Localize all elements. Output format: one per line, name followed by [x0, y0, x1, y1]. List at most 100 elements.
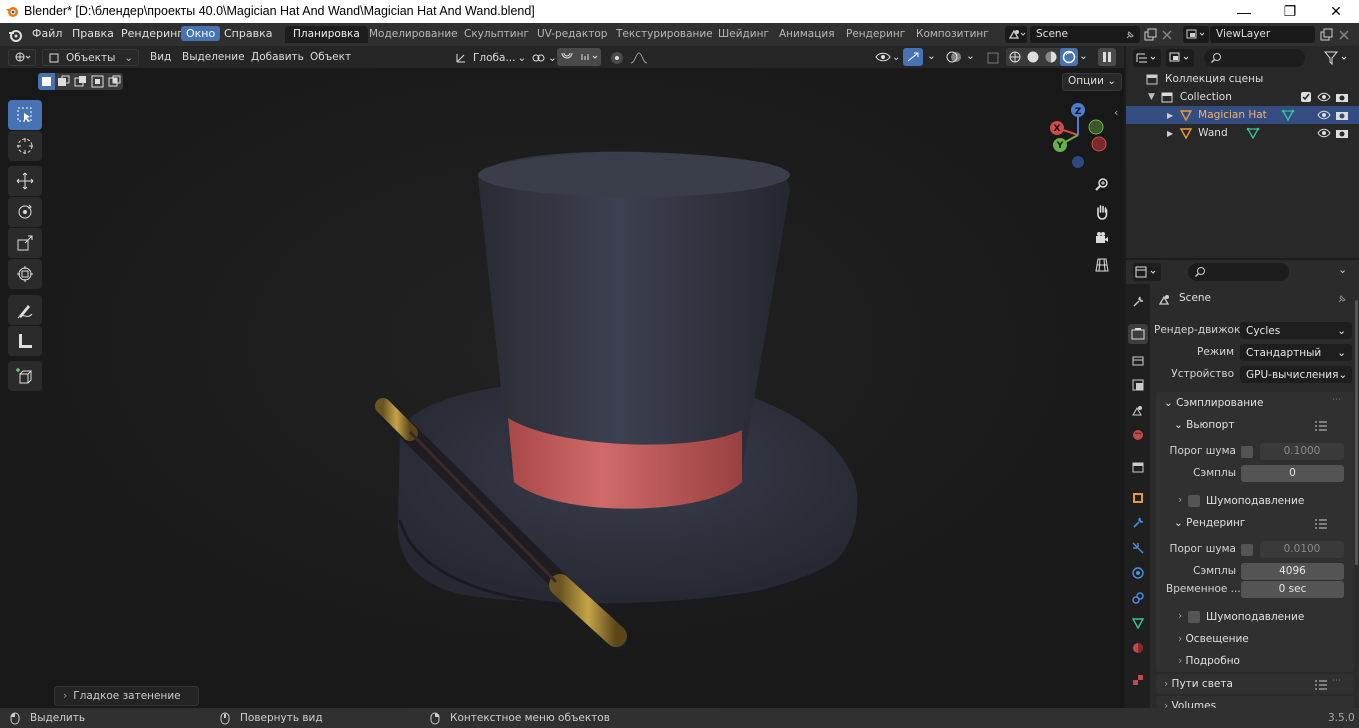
particles-tab-icon[interactable] [1131, 541, 1145, 555]
proportional-edit-icon[interactable] [609, 50, 625, 66]
render-denoise-header[interactable]: › [1178, 610, 1182, 622]
sampling-header[interactable]: ⌄ Сэмплирование [1164, 397, 1263, 409]
view-layer-tab-icon[interactable] [1131, 378, 1145, 392]
tab-texture-paint[interactable]: Текстурирование [608, 26, 721, 43]
advanced-subpanel-header[interactable]: › Подробно [1178, 655, 1240, 667]
render-denoise-checkbox[interactable] [1188, 611, 1200, 623]
drag-handle-icon[interactable]: ⋯ [1332, 395, 1341, 405]
tab-animation[interactable]: Анимация [771, 26, 843, 43]
new-viewlayer-icon[interactable] [1319, 28, 1333, 42]
last-operator-panel[interactable]: › Гладкое затенение [54, 686, 199, 706]
pan-button[interactable] [1091, 201, 1113, 223]
menu-add[interactable]: Добавить [251, 51, 304, 68]
tab-shading[interactable]: Шейдинг [710, 26, 777, 43]
tool-move[interactable] [8, 166, 42, 196]
chevron-down-icon[interactable]: ⌄ [1079, 50, 1088, 67]
expand-arrow-icon[interactable]: ▶ [1167, 129, 1173, 138]
time-limit-field[interactable]: 0 sec [1241, 581, 1344, 598]
render-samples-field[interactable]: 4096 [1241, 563, 1344, 580]
camera-render-icon[interactable] [1335, 91, 1349, 103]
viewport-denoise-header[interactable]: › [1178, 494, 1182, 506]
zoom-button[interactable] [1091, 174, 1113, 196]
menu-select[interactable]: Выделение [182, 51, 245, 68]
select-intersect-button[interactable] [106, 73, 123, 90]
tab-uv-editing[interactable]: UV-редактор [529, 26, 615, 43]
tab-compositing[interactable]: Композитинг [908, 26, 997, 43]
lights-subpanel-header[interactable]: › Освещение [1178, 633, 1249, 645]
tool-annotate[interactable] [8, 295, 42, 325]
properties-scrollbar[interactable] [1355, 300, 1358, 565]
outliner-item-wand[interactable]: ▶ Wand [1126, 124, 1359, 142]
modifiers-tab-icon[interactable] [1131, 516, 1145, 530]
tool-cursor[interactable] [8, 131, 42, 161]
mode-dropdown[interactable]: Объекты ⌄ [42, 49, 139, 66]
filter-dropdown[interactable] [1322, 49, 1352, 67]
eye-icon[interactable] [1317, 91, 1331, 103]
presets-list-icon[interactable] [1314, 420, 1328, 432]
presets-list-icon[interactable] [1314, 518, 1328, 530]
select-extend-button[interactable] [55, 73, 72, 90]
wireframe-shading-icon[interactable] [1006, 48, 1024, 66]
tool-rotate[interactable] [8, 197, 42, 227]
light-paths-header[interactable]: › Пути света [1164, 678, 1233, 690]
options-dropdown[interactable]: Опции ⌄ [1062, 73, 1123, 91]
constraints-tab-icon[interactable] [1131, 591, 1145, 605]
chevron-down-icon[interactable]: ⌄ [927, 50, 936, 67]
maximize-button[interactable]: ❐ [1267, 0, 1313, 23]
render-noise-field[interactable]: 0.0100 [1260, 541, 1344, 558]
viewport-noise-field[interactable]: 0.1000 [1260, 443, 1344, 460]
device-dropdown[interactable]: GPU-вычисления ⌄ [1240, 366, 1352, 383]
tool-tab-icon[interactable] [1131, 295, 1145, 309]
properties-editor-type[interactable] [1133, 263, 1161, 281]
pin-icon[interactable] [1124, 29, 1136, 41]
checkbox-checked-icon[interactable] [1300, 91, 1312, 103]
feature-set-dropdown[interactable]: Стандартный ⌄ [1240, 344, 1352, 361]
viewport-samples-field[interactable]: 0 [1241, 465, 1344, 482]
menu-file[interactable]: Файл [32, 27, 62, 40]
pin-icon[interactable] [1336, 293, 1348, 305]
scene-tab-icon[interactable] [1131, 403, 1145, 417]
drag-handle-icon[interactable]: ⋯ [1332, 676, 1341, 686]
expand-arrow-icon[interactable]: ▶ [1167, 111, 1173, 120]
solid-shading-icon[interactable] [1024, 48, 1042, 66]
viewport-denoise-checkbox[interactable] [1188, 495, 1200, 507]
xray-icon[interactable] [985, 50, 1001, 66]
snap-toggle[interactable] [557, 48, 601, 66]
tool-select-box[interactable] [8, 100, 42, 130]
select-invert-button[interactable] [89, 73, 106, 90]
collection-tab-icon[interactable] [1131, 460, 1145, 474]
orientation-dropdown[interactable]: Глоба... ⌄ [454, 49, 526, 66]
perspective-toggle-button[interactable] [1091, 254, 1113, 276]
volumes-header[interactable]: › Volumes [1164, 700, 1216, 708]
render-noise-checkbox[interactable] [1241, 544, 1253, 556]
tab-rendering[interactable]: Рендеринг [838, 26, 913, 43]
camera-render-icon[interactable] [1335, 127, 1349, 139]
material-shading-icon[interactable] [1042, 48, 1060, 66]
camera-render-icon[interactable] [1335, 109, 1349, 121]
tool-transform[interactable] [8, 259, 42, 289]
rendered-shading-button[interactable] [1060, 48, 1078, 66]
new-scene-icon[interactable] [1143, 28, 1157, 42]
minimize-button[interactable]: — [1221, 0, 1267, 23]
tab-sculpting[interactable]: Скульптинг [456, 26, 537, 43]
viewlayer-name-field[interactable]: ViewLayer [1210, 26, 1315, 43]
select-subtract-button[interactable] [72, 73, 89, 90]
scene-collection-row[interactable]: Коллекция сцены [1126, 70, 1359, 88]
menu-help[interactable]: Справка [224, 27, 272, 40]
chevron-down-icon[interactable]: ⌄ [1338, 263, 1347, 276]
chevron-down-icon[interactable]: ⌄ [966, 50, 975, 67]
world-tab-icon[interactable] [1131, 428, 1145, 442]
collapse-arrow-icon[interactable]: ▼ [1148, 92, 1155, 102]
blender-menu-icon[interactable] [8, 28, 22, 42]
3d-viewport[interactable] [0, 46, 1124, 708]
material-tab-icon[interactable] [1131, 641, 1145, 655]
camera-view-button[interactable] [1091, 227, 1113, 249]
overlays-toggle[interactable] [944, 48, 964, 66]
scene-browse-button[interactable] [1005, 26, 1027, 43]
render-engine-dropdown[interactable]: Cycles ⌄ [1240, 322, 1352, 339]
menu-edit[interactable]: Правка [72, 27, 114, 40]
data-tab-icon[interactable] [1131, 616, 1145, 630]
eye-icon[interactable] [1317, 109, 1331, 121]
tab-modeling[interactable]: Моделирование [361, 26, 466, 43]
tool-measure[interactable] [8, 326, 42, 356]
